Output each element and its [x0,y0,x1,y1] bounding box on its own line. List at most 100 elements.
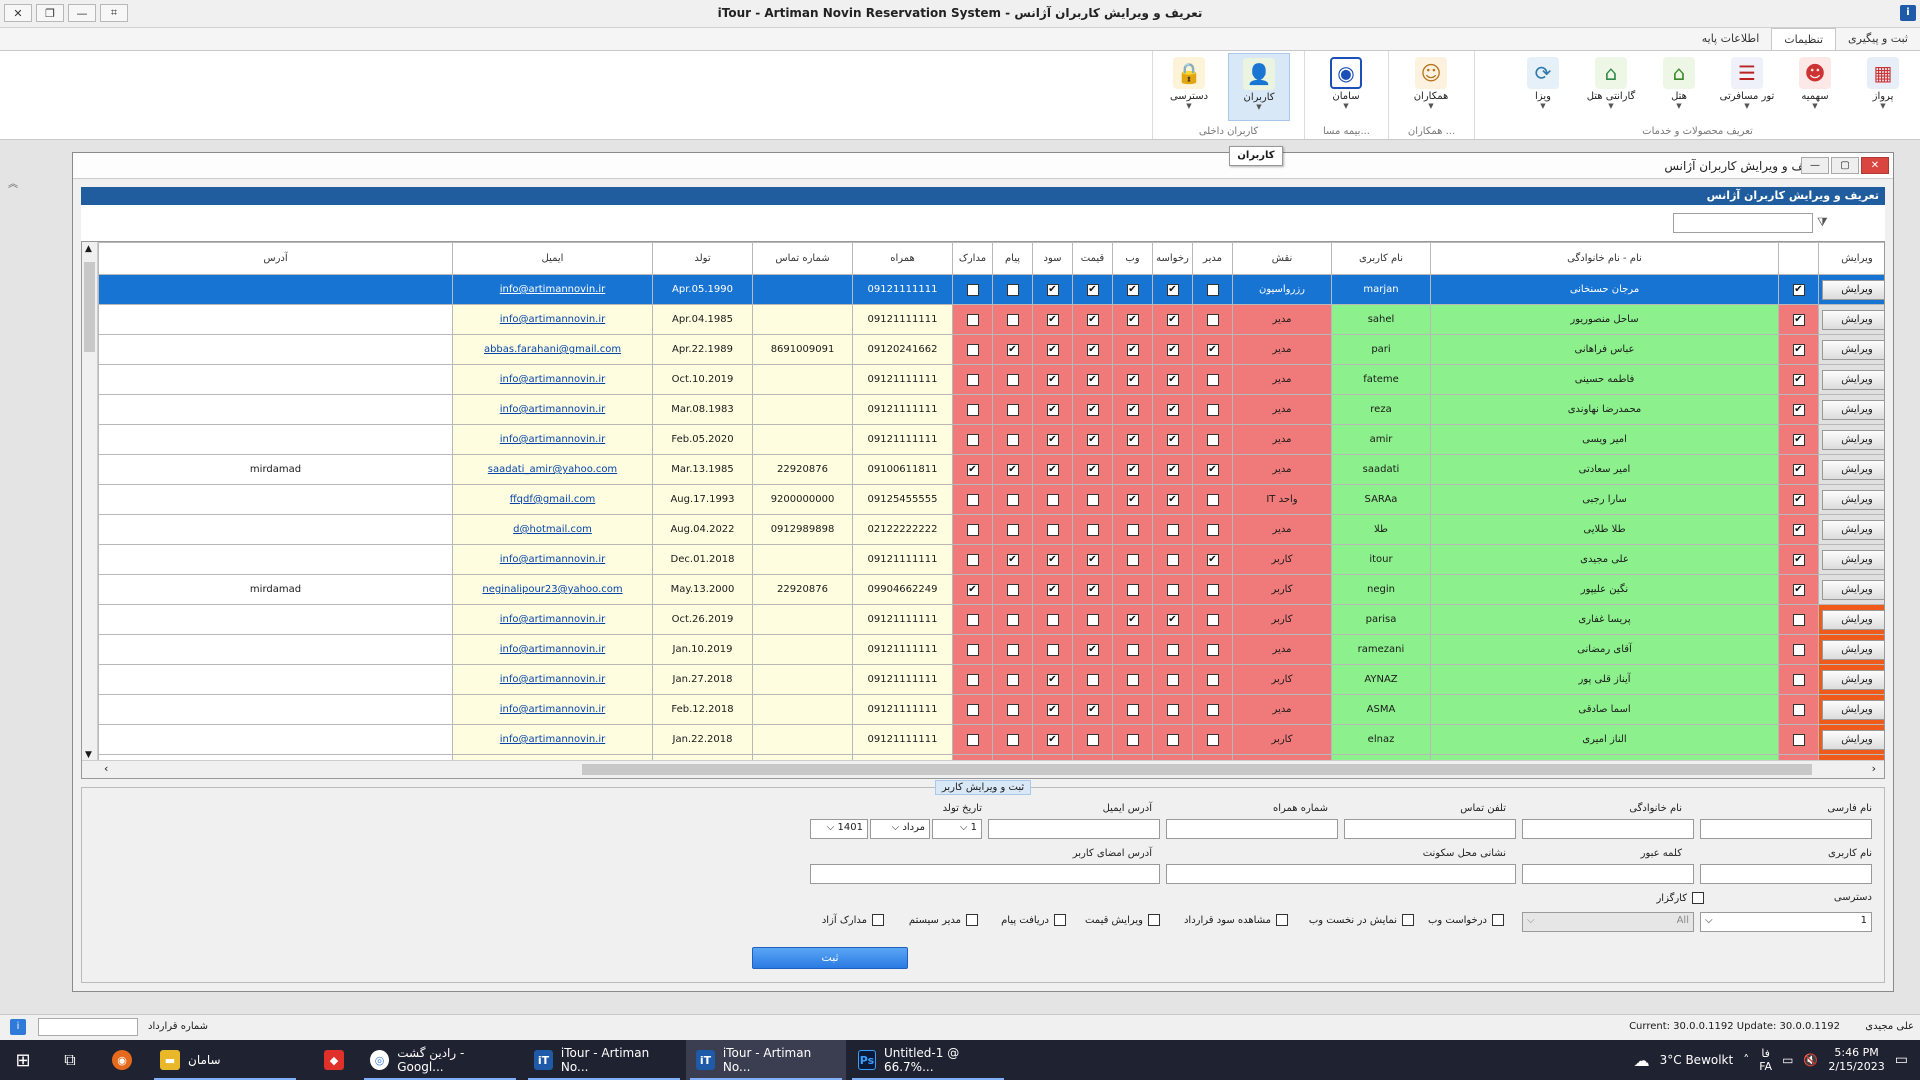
perm-profit-checkbox[interactable] [1046,553,1059,566]
active-checkbox[interactable] [1792,343,1805,356]
perm-request-checkbox[interactable] [1166,673,1179,686]
birth-month-select[interactable]: مرداد ⌵ [870,819,930,839]
email-input[interactable] [988,819,1160,839]
perm-manager-checkbox[interactable] [1206,643,1219,656]
edit-button[interactable]: ویرایش [1822,459,1884,480]
perm-manager-checkbox[interactable] [1206,343,1219,356]
perm-price-checkbox[interactable] [1086,523,1099,536]
access-select[interactable]: 1 ⌵ [1700,912,1872,932]
column-header[interactable]: مدیر [1192,242,1233,275]
email-link[interactable]: saadati_amir@yahoo.com [488,464,617,475]
perm-web-checkbox[interactable] [1126,553,1139,566]
active-checkbox[interactable] [1792,313,1805,326]
perm-message-checkbox[interactable] [1006,613,1019,626]
perm-manager-checkbox[interactable] [1206,523,1219,536]
edit-button[interactable]: ویرایش [1822,549,1884,570]
perm-manager-checkbox[interactable] [1206,433,1219,446]
table-row[interactable]: ویرایش مرجان حسنخانیmarjanرزرواسیون 091211… [98,274,1884,305]
table-row[interactable]: ویرایش عباس فراهانیpariمدیر 09120241662869… [98,334,1884,365]
perm-profit-checkbox[interactable] [1046,373,1059,386]
edit-button[interactable]: ویرایش [1822,669,1884,690]
table-row[interactable]: ویرایش محمدرضا نهاوندیrezaمدیر 09121111111… [98,394,1884,425]
taskbar-item-itour-2[interactable]: iT iTour - Artiman No... [686,1040,846,1080]
perm-price-checkbox[interactable] [1086,283,1099,296]
edit-button[interactable]: ویرایش [1822,339,1884,360]
email-link[interactable]: info@artimannovin.ir [500,284,605,295]
perm-manager-checkbox[interactable] [1206,553,1219,566]
table-row[interactable]: ویرایش آقای رمضانیramezaniمدیر 09121111111… [98,634,1884,665]
tab-settings[interactable]: تنظیمات [1771,28,1837,50]
perm-price-checkbox[interactable] [1086,703,1099,716]
active-checkbox[interactable] [1792,673,1805,686]
email-link[interactable]: info@artimannovin.ir [500,704,605,715]
perm-price-checkbox[interactable] [1086,313,1099,326]
perm-message-checkbox[interactable] [1006,733,1019,746]
perm-message-checkbox[interactable] [1006,643,1019,656]
network-icon[interactable]: ▭ [1782,1053,1793,1067]
perm-web-checkbox[interactable] [1126,433,1139,446]
perm-profit-checkbox[interactable] [1046,313,1059,326]
active-checkbox[interactable] [1792,553,1805,566]
perm-price-checkbox[interactable] [1086,343,1099,356]
perm-price-checkbox[interactable] [1086,733,1099,746]
perm-documents-checkbox[interactable] [966,493,979,506]
table-row[interactable]: ویرایش طلا طلاییطلامدیر 021222222220912989… [98,514,1884,545]
email-link[interactable]: info@artimannovin.ir [500,734,605,745]
quota-button[interactable]: ☻ سهمیه ▼ [1784,53,1846,121]
perm-documents-checkbox[interactable] [966,433,979,446]
password-input[interactable] [1522,864,1694,884]
column-header[interactable]: شماره تماس [752,242,853,275]
perm-price-checkbox[interactable] [1086,613,1099,626]
perm-web-checkbox[interactable] [1126,313,1139,326]
scroll-thumb[interactable] [582,764,1812,775]
email-link[interactable]: info@artimannovin.ir [500,434,605,445]
active-checkbox[interactable] [1792,583,1805,596]
active-checkbox[interactable] [1792,523,1805,536]
perm-web-checkbox[interactable] [1126,343,1139,356]
weather[interactable]: 3°C Bewolkt [1660,1053,1734,1067]
table-row[interactable]: ویرایش نگین علیپورneginکاربر 0990466224922… [98,574,1884,605]
perm-request-checkbox[interactable] [1166,493,1179,506]
perm-documents-checkbox[interactable] [966,703,979,716]
vertical-scrollbar[interactable]: ▲ ▼ [82,242,98,762]
language-indicator[interactable]: فا FA [1759,1047,1772,1073]
active-checkbox[interactable] [1792,403,1805,416]
perm-message-checkbox[interactable] [1006,403,1019,416]
submit-button[interactable]: ثبت [752,947,908,969]
close-button[interactable]: ✕ [1861,157,1889,174]
perm-message-checkbox[interactable] [1006,523,1019,536]
perm-web-checkbox[interactable] [1126,673,1139,686]
perm-web-checkbox[interactable] [1126,283,1139,296]
chevron-up-icon[interactable]: ︽ [8,175,18,190]
column-header[interactable]: همراه [852,242,953,275]
column-header[interactable] [1778,242,1819,275]
edit-button[interactable]: ویرایش [1822,309,1884,330]
perm-message-checkbox[interactable] [1006,313,1019,326]
edit-button[interactable]: ویرایش [1822,399,1884,420]
perm-profit-checkbox[interactable] [1046,673,1059,686]
perm-documents-checkbox[interactable] [966,403,979,416]
edit-button[interactable]: ویرایش [1822,639,1884,660]
email-link[interactable]: info@artimannovin.ir [500,614,605,625]
phone-input[interactable] [1344,819,1516,839]
column-header[interactable]: ویرایش [1818,242,1884,275]
column-header[interactable]: تولد [652,242,753,275]
perm-price-checkbox[interactable] [1086,553,1099,566]
scroll-right-icon[interactable]: › [1872,762,1876,775]
scroll-up-icon[interactable]: ▲ [85,244,92,254]
access-level-select[interactable]: ⌵ All [1522,912,1694,932]
taskbar-item-saman[interactable]: ▬ سامان [150,1040,300,1080]
table-row[interactable]: ویرایش فاطمه حسینیfatemeمدیر 09121111111 Oc… [98,364,1884,395]
perm-price-checkbox[interactable] [1086,493,1099,506]
view-contract-profit-checkbox[interactable]: مشاهده سود قرارداد [1184,914,1288,926]
perm-request-checkbox[interactable] [1166,403,1179,416]
filter-icon[interactable]: ⧩ [1817,215,1835,231]
table-row[interactable]: ویرایش الناز امیریelnazکاربر 09121111111 Ja… [98,724,1884,755]
active-checkbox[interactable] [1792,493,1805,506]
home-address-input[interactable] [1166,864,1516,884]
active-checkbox[interactable] [1792,613,1805,626]
perm-documents-checkbox[interactable] [966,373,979,386]
persian-name-input[interactable] [1700,819,1872,839]
email-link[interactable]: info@artimannovin.ir [500,554,605,565]
taskbar-anydesk[interactable]: ◆ [312,1040,356,1080]
